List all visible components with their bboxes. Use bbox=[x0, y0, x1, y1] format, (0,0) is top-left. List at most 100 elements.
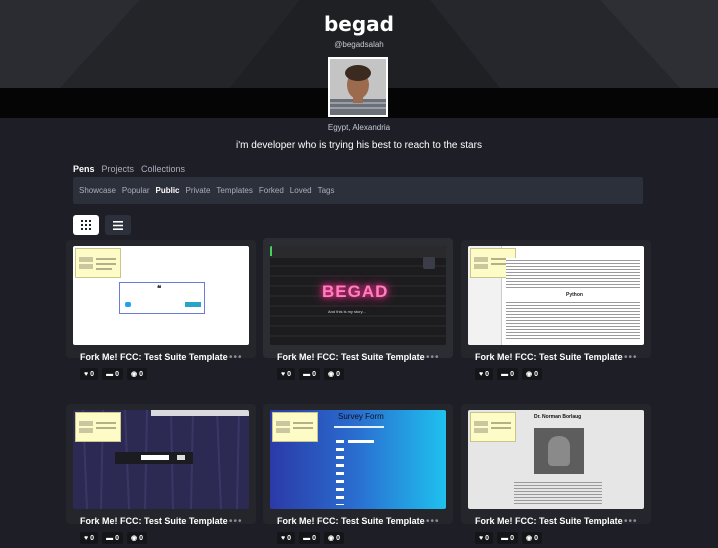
comments-stat[interactable]: ▬ 0 bbox=[299, 532, 320, 544]
pen-card: Survey Form Fork Me! FCC: Test Suite Tem… bbox=[263, 404, 453, 526]
pen-title[interactable]: Fork Me! FCC: Test Suite Template bbox=[277, 352, 425, 362]
filter-tags[interactable]: Tags bbox=[318, 186, 335, 195]
profile-tabs: Pens Projects Collections bbox=[73, 164, 185, 174]
more-options-icon[interactable]: ••• bbox=[229, 516, 243, 527]
filter-popular[interactable]: Popular bbox=[122, 186, 150, 195]
more-options-icon[interactable]: ••• bbox=[426, 516, 440, 527]
likes-stat[interactable]: ♥ 0 bbox=[475, 368, 494, 380]
pen-card: Python Fork Me! FCC: Test Suite Template bbox=[461, 240, 651, 362]
comments-stat[interactable]: ▬ 0 bbox=[102, 368, 123, 380]
profile-location: Egypt, Alexandria bbox=[327, 123, 391, 132]
tab-pens[interactable]: Pens bbox=[73, 164, 95, 174]
more-options-icon[interactable]: ••• bbox=[624, 352, 638, 363]
preview-heading: Survey Form bbox=[338, 412, 384, 421]
tab-projects[interactable]: Projects bbox=[102, 164, 135, 174]
filter-loved[interactable]: Loved bbox=[290, 186, 312, 195]
pen-stats: ♥ 0 ▬ 0 ◉ 0 bbox=[475, 368, 542, 380]
comment-icon: ▬ bbox=[106, 370, 114, 378]
comments-stat[interactable]: ▬ 0 bbox=[299, 368, 320, 380]
test-suite-panel bbox=[470, 412, 516, 442]
heart-icon: ♥ bbox=[281, 534, 286, 542]
views-stat[interactable]: ◉ 0 bbox=[323, 532, 344, 544]
test-suite-panel bbox=[75, 248, 121, 278]
pen-stats: ♥ 0 ▬ 0 ◉ 0 bbox=[277, 532, 344, 544]
tab-collections[interactable]: Collections bbox=[141, 164, 185, 174]
expand-icon[interactable] bbox=[423, 257, 435, 269]
avatar-photo bbox=[330, 59, 386, 115]
pen-preview[interactable]: Survey Form bbox=[270, 410, 446, 509]
pen-card: Dr. Norman Borlaug Fork Me! FCC: Test Su… bbox=[461, 404, 651, 526]
filter-showcase[interactable]: Showcase bbox=[79, 186, 116, 195]
comments-stat[interactable]: ▬ 0 bbox=[102, 532, 123, 544]
comment-icon: ▬ bbox=[501, 370, 509, 378]
neon-title: BEGAD bbox=[322, 282, 389, 301]
pen-stats: ♥ 0 ▬ 0 ◉ 0 bbox=[80, 532, 147, 544]
test-suite-panel bbox=[272, 412, 318, 442]
more-options-icon[interactable]: ••• bbox=[426, 352, 440, 363]
pen-preview[interactable] bbox=[73, 410, 249, 509]
profile-header: begad @begadsalah Egypt, Alexandria i'm … bbox=[0, 0, 718, 160]
pen-stats: ♥ 0 ▬ 0 ◉ 0 bbox=[80, 368, 147, 380]
preview-heading: Dr. Norman Borlaug bbox=[534, 414, 582, 420]
likes-stat[interactable]: ♥ 0 bbox=[475, 532, 494, 544]
list-view-button[interactable] bbox=[105, 215, 131, 235]
heart-icon: ♥ bbox=[479, 534, 484, 542]
pen-title[interactable]: Fork Me! FCC: Test Suite Template bbox=[277, 516, 425, 526]
preview-subtitle: And this is my story... bbox=[328, 309, 366, 314]
profile-handle[interactable]: @begadsalah bbox=[0, 40, 718, 49]
views-stat[interactable]: ◉ 0 bbox=[521, 368, 542, 380]
views-stat[interactable]: ◉ 0 bbox=[521, 532, 542, 544]
eye-icon: ◉ bbox=[525, 535, 533, 542]
pens-filter-nav: Showcase Popular Public Private Template… bbox=[73, 177, 643, 204]
heart-icon: ♥ bbox=[281, 370, 286, 378]
comment-icon: ▬ bbox=[501, 534, 509, 542]
filter-templates[interactable]: Templates bbox=[216, 186, 252, 195]
comment-icon: ▬ bbox=[303, 370, 311, 378]
filter-private[interactable]: Private bbox=[186, 186, 211, 195]
test-suite-panel bbox=[75, 412, 121, 442]
pen-stats: ♥ 0 ▬ 0 ◉ 0 bbox=[277, 368, 344, 380]
comments-stat[interactable]: ▬ 0 bbox=[497, 532, 518, 544]
pen-title[interactable]: Fork Me! FCC: Test Suite Template bbox=[475, 516, 623, 526]
likes-stat[interactable]: ♥ 0 bbox=[277, 532, 296, 544]
views-stat[interactable]: ◉ 0 bbox=[323, 368, 344, 380]
eye-icon: ◉ bbox=[130, 371, 138, 378]
pen-title[interactable]: Fork Me! FCC: Test Suite Template bbox=[80, 516, 228, 526]
heart-icon: ♥ bbox=[479, 370, 484, 378]
pen-preview[interactable]: ❝ bbox=[73, 246, 249, 345]
pen-stats: ♥ 0 ▬ 0 ◉ 0 bbox=[475, 532, 542, 544]
profile-bio: i'm developer who is trying his best to … bbox=[236, 140, 482, 151]
grid-view-button[interactable] bbox=[73, 215, 99, 235]
more-options-icon[interactable]: ••• bbox=[229, 352, 243, 363]
filter-public[interactable]: Public bbox=[156, 186, 180, 195]
eye-icon: ◉ bbox=[327, 371, 335, 378]
views-stat[interactable]: ◉ 0 bbox=[126, 532, 147, 544]
likes-stat[interactable]: ♥ 0 bbox=[277, 368, 296, 380]
grid-icon bbox=[81, 220, 91, 230]
filter-forked[interactable]: Forked bbox=[259, 186, 284, 195]
heart-icon: ♥ bbox=[84, 370, 89, 378]
pen-card: BEGAD And this is my story... Fork Me! F… bbox=[263, 238, 453, 362]
pen-title[interactable]: Fork Me! FCC: Test Suite Template bbox=[80, 352, 228, 362]
eye-icon: ◉ bbox=[327, 535, 335, 542]
comment-icon: ▬ bbox=[106, 534, 114, 542]
pen-preview[interactable]: Python bbox=[468, 246, 644, 345]
pen-preview[interactable]: BEGAD And this is my story... bbox=[270, 246, 446, 345]
pen-title[interactable]: Fork Me! FCC: Test Suite Template bbox=[475, 352, 623, 362]
heart-icon: ♥ bbox=[84, 534, 89, 542]
preview-heading: Python bbox=[566, 292, 583, 298]
view-toggle bbox=[73, 215, 131, 235]
comments-stat[interactable]: ▬ 0 bbox=[497, 368, 518, 380]
profile-username: begad bbox=[323, 12, 394, 36]
likes-stat[interactable]: ♥ 0 bbox=[80, 532, 99, 544]
avatar[interactable] bbox=[328, 57, 388, 117]
list-icon bbox=[113, 220, 123, 230]
likes-stat[interactable]: ♥ 0 bbox=[80, 368, 99, 380]
pen-card: ❝ Fork Me! FCC: Test Suite Template bbox=[66, 240, 256, 362]
eye-icon: ◉ bbox=[130, 535, 138, 542]
pen-card: Fork Me! FCC: Test Suite Template bbox=[66, 404, 256, 526]
views-stat[interactable]: ◉ 0 bbox=[126, 368, 147, 380]
pen-preview[interactable]: Dr. Norman Borlaug bbox=[468, 410, 644, 509]
more-options-icon[interactable]: ••• bbox=[624, 516, 638, 527]
comment-icon: ▬ bbox=[303, 534, 311, 542]
